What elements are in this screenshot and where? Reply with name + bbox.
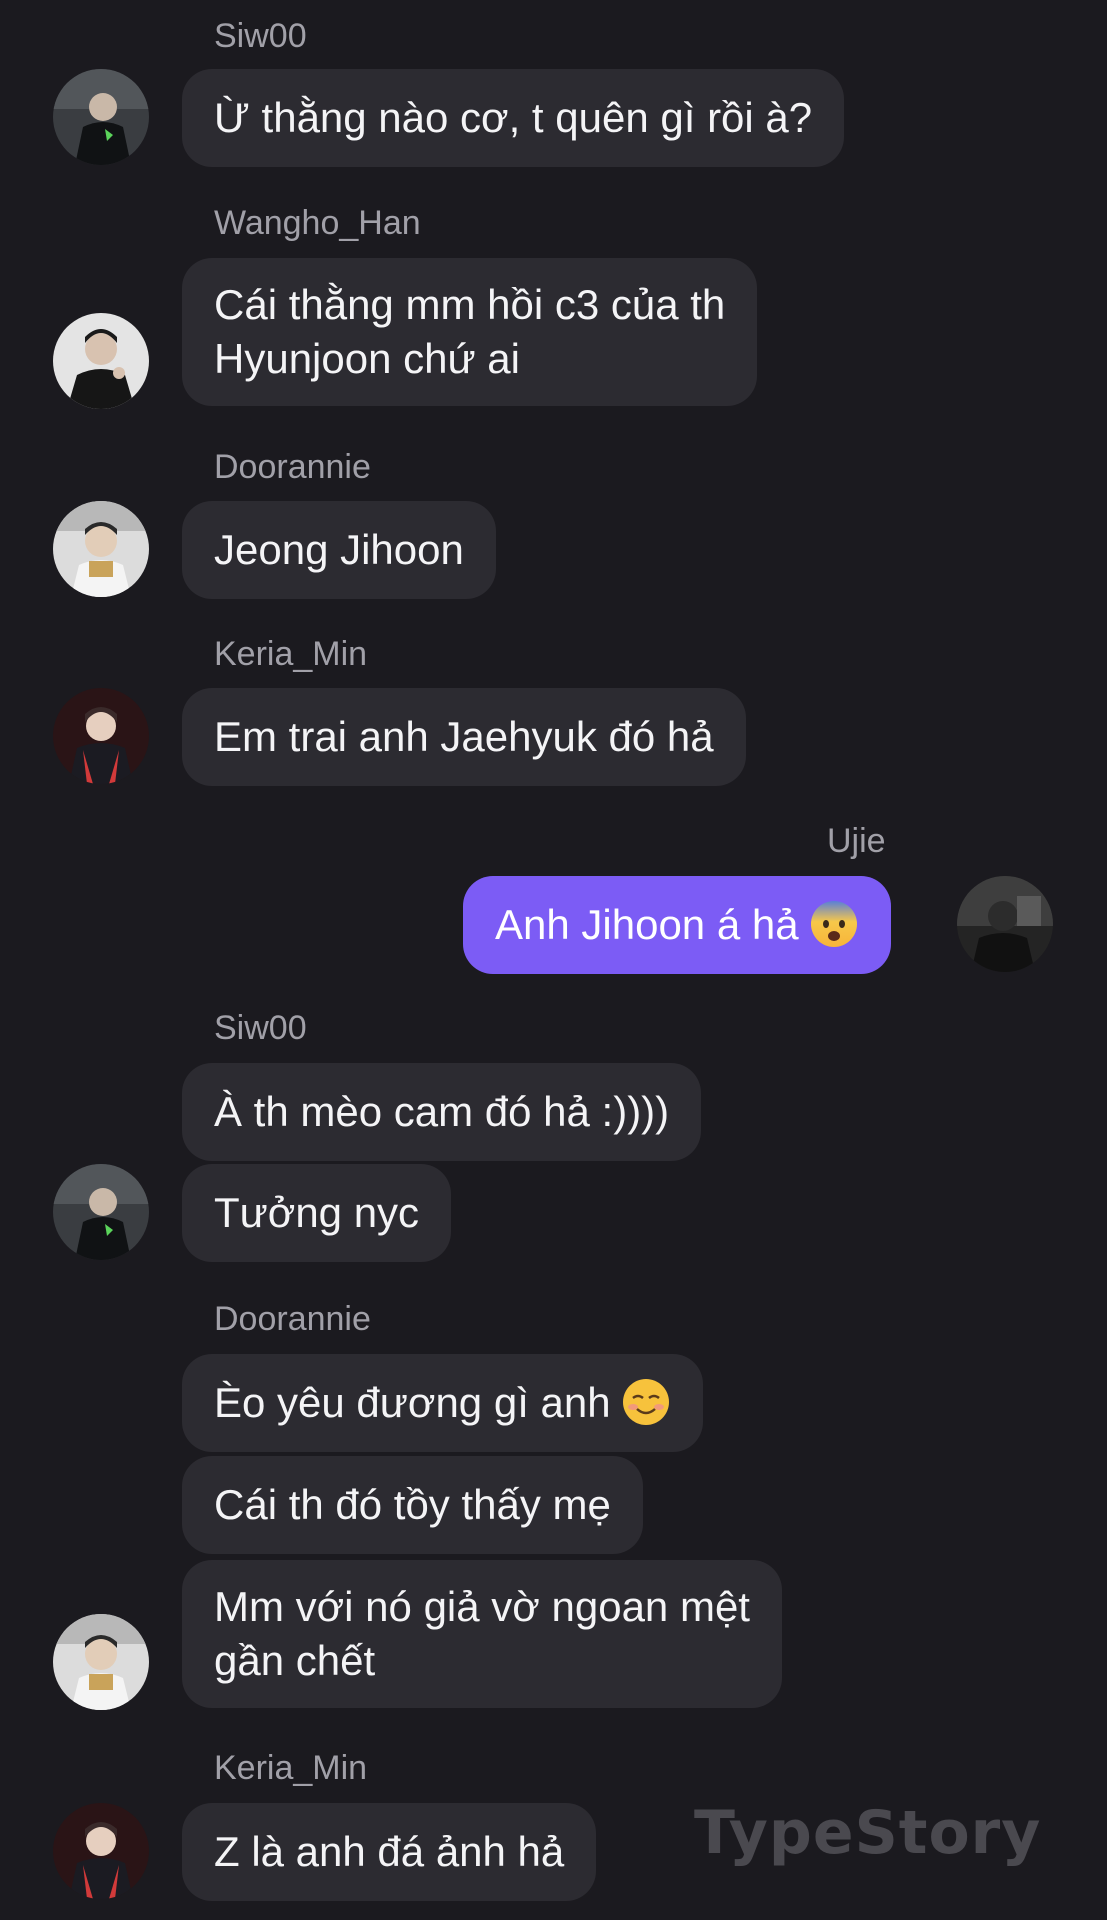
avatar[interactable] xyxy=(53,688,149,784)
sender-name: Wangho_Han xyxy=(214,204,421,242)
message-text-line: Hyunjoon chứ ai xyxy=(214,335,520,382)
avatar[interactable] xyxy=(53,313,149,409)
sender-name: Doorannie xyxy=(214,1300,371,1338)
watermark: TypeStory xyxy=(694,1798,1042,1868)
avatar[interactable] xyxy=(53,1164,149,1260)
message-text-line: gần chết xyxy=(214,1637,376,1684)
sender-name: Ujie xyxy=(827,822,886,860)
message-text: Èo yêu đương gì anh xyxy=(214,1379,611,1426)
message-bubble[interactable]: Z là anh đá ảnh hả xyxy=(182,1803,597,1901)
sender-name: Siw00 xyxy=(214,1009,307,1047)
message-text-line: Cái thằng mm hồi c3 của th xyxy=(214,281,726,328)
sender-name: Siw00 xyxy=(214,17,307,55)
avatar[interactable] xyxy=(53,1803,149,1899)
avatar[interactable] xyxy=(957,876,1053,972)
sender-name: Doorannie xyxy=(214,448,371,486)
fearful-face-emoji xyxy=(810,901,857,947)
message-bubble[interactable]: Tưởng nyc xyxy=(182,1164,452,1262)
my-message-bubble[interactable]: Anh Jihoon á hả xyxy=(463,876,891,974)
sender-name: Keria_Min xyxy=(214,1749,368,1787)
avatar[interactable] xyxy=(53,501,149,597)
message-bubble[interactable]: Ừ thằng nào cơ, t quên gì rồi à? xyxy=(182,69,845,167)
message-bubble[interactable]: Cái th đó tồy thấy mẹ xyxy=(182,1456,643,1554)
sender-name: Keria_Min xyxy=(214,635,368,673)
message-bubble[interactable]: Mm với nó giả vờ ngoan mệt gần chết xyxy=(182,1560,782,1708)
message-bubble[interactable]: Jeong Jihoon xyxy=(182,501,496,599)
avatar[interactable] xyxy=(53,69,149,165)
message-text: Anh Jihoon á hả xyxy=(495,901,799,948)
avatar[interactable] xyxy=(53,1614,149,1710)
message-text-line: Mm với nó giả vờ ngoan mệt xyxy=(214,1583,750,1630)
smiling-face-emoji xyxy=(622,1379,669,1425)
message-bubble[interactable]: À th mèo cam đó hả :)))) xyxy=(182,1063,702,1161)
message-bubble[interactable]: Cái thằng mm hồi c3 của th Hyunjoon chứ … xyxy=(182,258,758,406)
message-bubble[interactable]: Em trai anh Jaehyuk đó hả xyxy=(182,688,746,786)
message-bubble[interactable]: Èo yêu đương gì anh xyxy=(182,1354,703,1452)
